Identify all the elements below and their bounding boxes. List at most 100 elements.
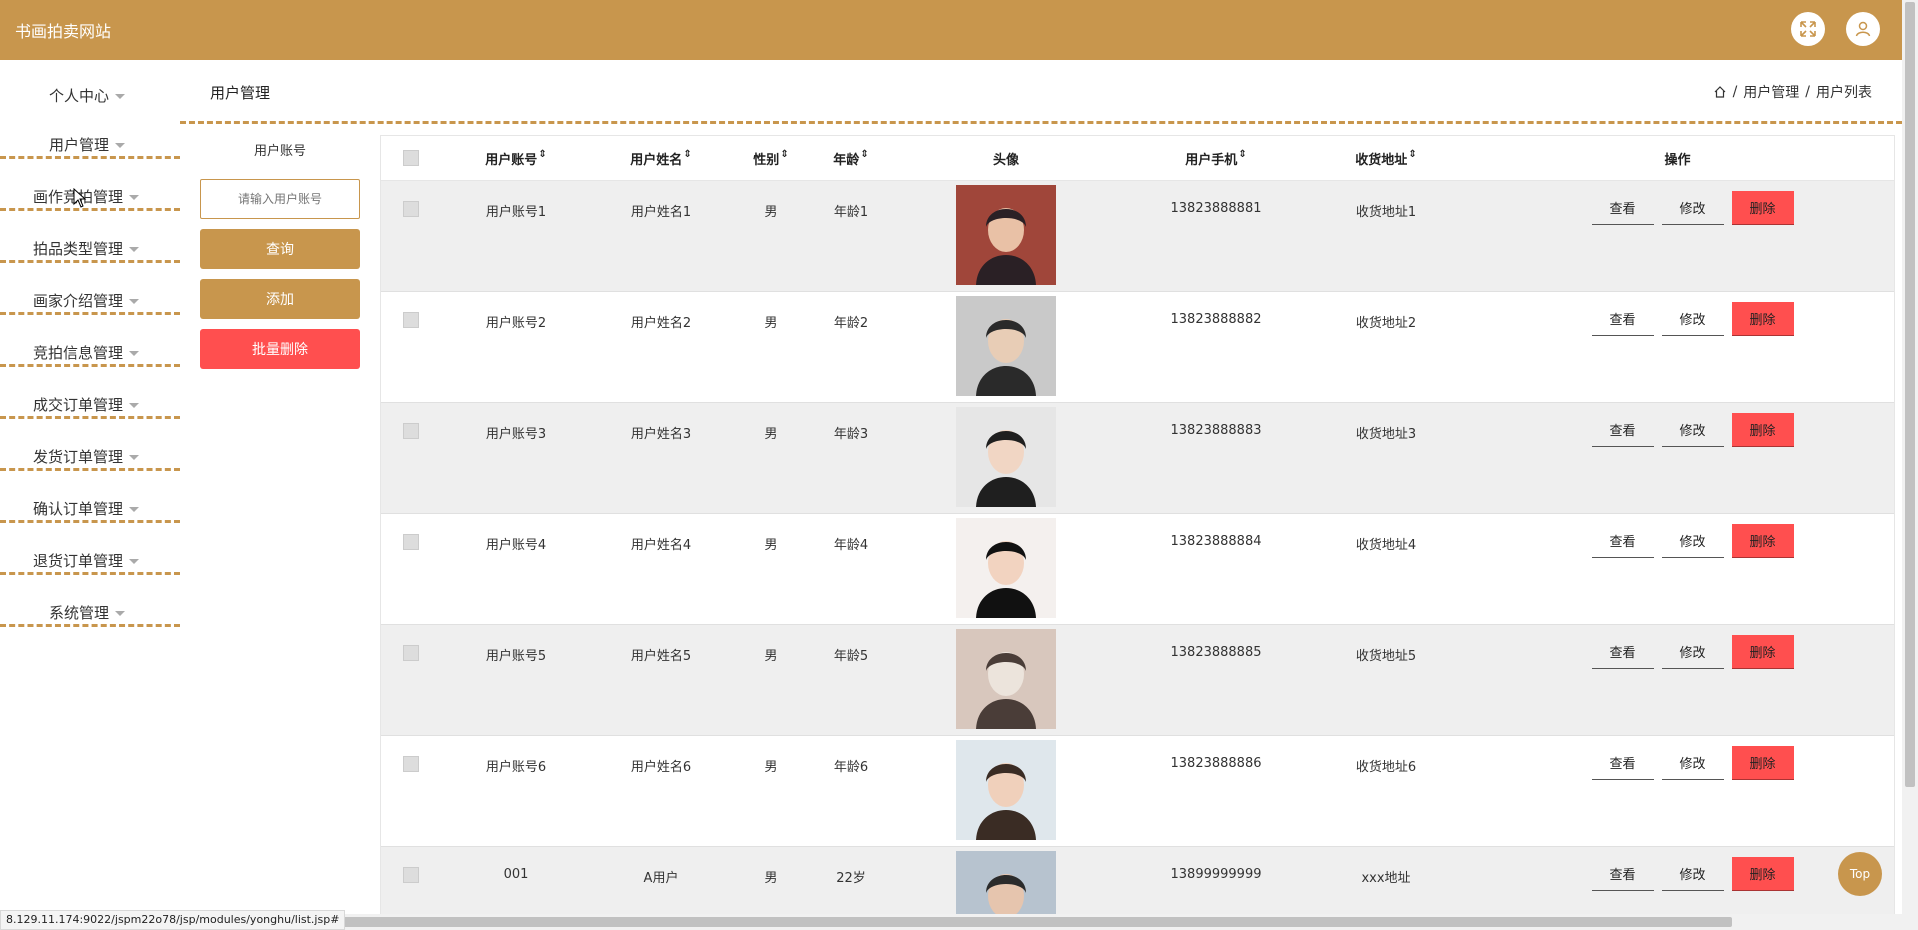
sort-icon: ⇕ [1408, 148, 1417, 160]
view-button[interactable]: 查看 [1591, 857, 1654, 891]
cell-address: 收货地址6 [1355, 760, 1417, 775]
sidebar-item[interactable]: 成交订单管理 [0, 369, 180, 419]
cell-name: 用户姓名4 [630, 538, 692, 553]
cell-phone: 13823888886 [1170, 756, 1262, 771]
edit-button[interactable]: 修改 [1661, 746, 1724, 780]
chevron-down-icon [115, 94, 125, 99]
view-button[interactable]: 查看 [1591, 746, 1654, 780]
sidebar-item[interactable]: 画作竞拍管理 [0, 161, 180, 211]
delete-button[interactable]: 删除 [1731, 302, 1794, 336]
sidebar-item[interactable]: 画家介绍管理 [0, 265, 180, 315]
cell-address: 收货地址4 [1355, 538, 1417, 553]
chevron-down-icon [129, 559, 139, 564]
view-button[interactable]: 查看 [1591, 524, 1654, 558]
col-address[interactable]: 收货地址 ⇕ [1311, 149, 1461, 168]
table-row: 用户账号3 用户姓名3 男 年龄3 13823888883 收货地址3 查看 修改 删除 [381, 403, 1894, 514]
row-checkbox[interactable] [403, 867, 419, 883]
status-url: 8.129.11.174:9022/jspm22o78/jsp/modules/… [0, 910, 346, 930]
row-checkbox[interactable] [403, 756, 419, 772]
row-checkbox[interactable] [403, 312, 419, 328]
chevron-down-icon [115, 143, 125, 148]
cell-address: 收货地址1 [1355, 205, 1417, 220]
site-title: 书画拍卖网站 [15, 22, 112, 41]
sidebar-item[interactable]: 退货订单管理 [0, 525, 180, 575]
view-button[interactable]: 查看 [1591, 413, 1654, 447]
vertical-scrollbar[interactable] [1902, 0, 1918, 930]
cell-address: 收货地址2 [1355, 316, 1417, 331]
sidebar-item[interactable]: 拍品类型管理 [0, 213, 180, 263]
delete-button[interactable]: 删除 [1731, 857, 1794, 891]
col-age[interactable]: 年龄 ⇕ [811, 149, 891, 168]
row-checkbox[interactable] [403, 201, 419, 217]
sidebar-item[interactable]: 发货订单管理 [0, 421, 180, 471]
sidebar-item[interactable]: 确认订单管理 [0, 473, 180, 523]
home-icon[interactable] [1713, 85, 1727, 99]
delete-button[interactable]: 删除 [1731, 413, 1794, 447]
mouse-cursor-icon [73, 188, 87, 208]
cell-name: 用户姓名1 [630, 205, 692, 220]
edit-button[interactable]: 修改 [1661, 524, 1724, 558]
batch-delete-button[interactable]: 批量删除 [200, 329, 360, 369]
sort-icon: ⇕ [860, 148, 869, 160]
user-icon[interactable] [1846, 12, 1880, 46]
add-button[interactable]: 添加 [200, 279, 360, 319]
sidebar-item-label: 确认订单管理 [33, 500, 124, 518]
sidebar-item[interactable]: 个人中心 [0, 60, 180, 107]
fullscreen-icon[interactable] [1791, 12, 1825, 46]
col-phone[interactable]: 用户手机 ⇕ [1121, 149, 1311, 168]
edit-button[interactable]: 修改 [1661, 302, 1724, 336]
delete-button[interactable]: 删除 [1731, 635, 1794, 669]
breadcrumb-item[interactable]: 用户管理 [1743, 82, 1799, 102]
delete-button[interactable]: 删除 [1731, 524, 1794, 558]
cell-name: 用户姓名2 [630, 316, 692, 331]
col-name[interactable]: 用户姓名 ⇕ [591, 149, 731, 168]
table-row: 用户账号6 用户姓名6 男 年龄6 13823888886 收货地址6 查看 修改 删除 [381, 736, 1894, 847]
cell-sex: 男 [764, 427, 778, 442]
edit-button[interactable]: 修改 [1661, 635, 1724, 669]
avatar [956, 518, 1056, 618]
row-checkbox[interactable] [403, 534, 419, 550]
cell-age: 年龄6 [833, 760, 869, 775]
table-header: 用户账号 ⇕ 用户姓名 ⇕ 性别 ⇕ 年龄 ⇕ 头像 用户手机 ⇕ 收货地址 ⇕ 操作 [381, 136, 1894, 181]
sidebar-item-label: 竞拍信息管理 [33, 344, 124, 362]
search-input[interactable] [200, 179, 360, 219]
select-all-checkbox[interactable] [403, 150, 419, 166]
sidebar: 个人中心用户管理画作竞拍管理拍品类型管理画家介绍管理竞拍信息管理成交订单管理发货… [0, 60, 180, 629]
sidebar-item[interactable]: 竞拍信息管理 [0, 317, 180, 367]
sidebar-item[interactable]: 用户管理 [0, 109, 180, 159]
cell-phone: 13823888885 [1170, 645, 1262, 660]
view-button[interactable]: 查看 [1591, 302, 1654, 336]
chevron-down-icon [129, 195, 139, 200]
edit-button[interactable]: 修改 [1661, 857, 1724, 891]
col-avatar: 头像 [992, 152, 1019, 168]
col-sex[interactable]: 性别 ⇕ [731, 149, 811, 168]
cell-account: 用户账号4 [485, 538, 547, 553]
sidebar-item-label: 拍品类型管理 [33, 240, 124, 258]
edit-button[interactable]: 修改 [1661, 191, 1724, 225]
row-checkbox[interactable] [403, 423, 419, 439]
avatar [956, 407, 1056, 507]
row-checkbox[interactable] [403, 645, 419, 661]
breadcrumb: / 用户管理 / 用户列表 [1713, 82, 1872, 102]
search-panel: 用户账号 查询 添加 批量删除 [200, 140, 360, 379]
sort-icon: ⇕ [538, 148, 547, 160]
cell-address: xxx地址 [1361, 871, 1411, 886]
table-row: 用户账号5 用户姓名5 男 年龄5 13823888885 收货地址5 查看 修改 删除 [381, 625, 1894, 736]
query-button[interactable]: 查询 [200, 229, 360, 269]
cell-age: 年龄2 [833, 316, 869, 331]
cell-name: 用户姓名5 [630, 649, 692, 664]
view-button[interactable]: 查看 [1591, 635, 1654, 669]
delete-button[interactable]: 删除 [1731, 746, 1794, 780]
col-account[interactable]: 用户账号 ⇕ [441, 149, 591, 168]
cell-age: 年龄4 [833, 538, 869, 553]
view-button[interactable]: 查看 [1591, 191, 1654, 225]
table-row: 用户账号1 用户姓名1 男 年龄1 13823888881 收货地址1 查看 修改 删除 [381, 181, 1894, 292]
avatar [956, 740, 1056, 840]
sidebar-item[interactable]: 系统管理 [0, 577, 180, 627]
table-row: 001 A用户 男 22岁 13899999999 xxx地址 查看 修改 删除 [381, 847, 1894, 916]
edit-button[interactable]: 修改 [1661, 413, 1724, 447]
table-row: 用户账号2 用户姓名2 男 年龄2 13823888882 收货地址2 查看 修改 删除 [381, 292, 1894, 403]
back-to-top-button[interactable]: Top [1838, 852, 1882, 896]
sidebar-item-label: 发货订单管理 [33, 448, 124, 466]
delete-button[interactable]: 删除 [1731, 191, 1794, 225]
